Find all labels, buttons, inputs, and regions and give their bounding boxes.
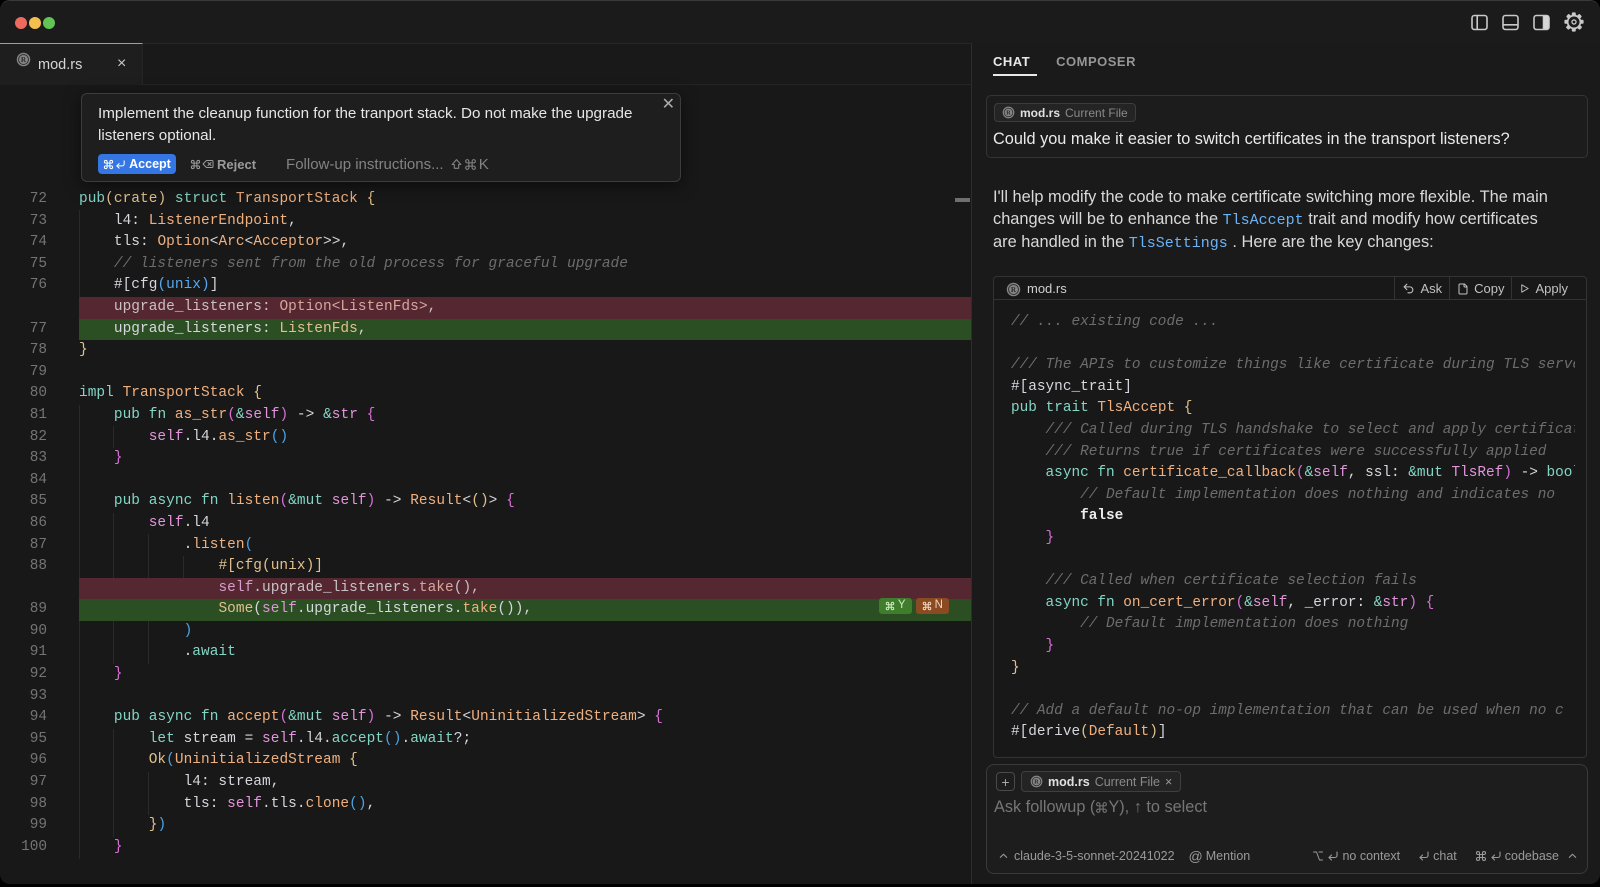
svg-text:R: R xyxy=(1006,111,1011,117)
svg-text:R: R xyxy=(1011,286,1017,294)
svg-text:R: R xyxy=(1034,780,1039,786)
svg-text:R: R xyxy=(21,56,27,64)
